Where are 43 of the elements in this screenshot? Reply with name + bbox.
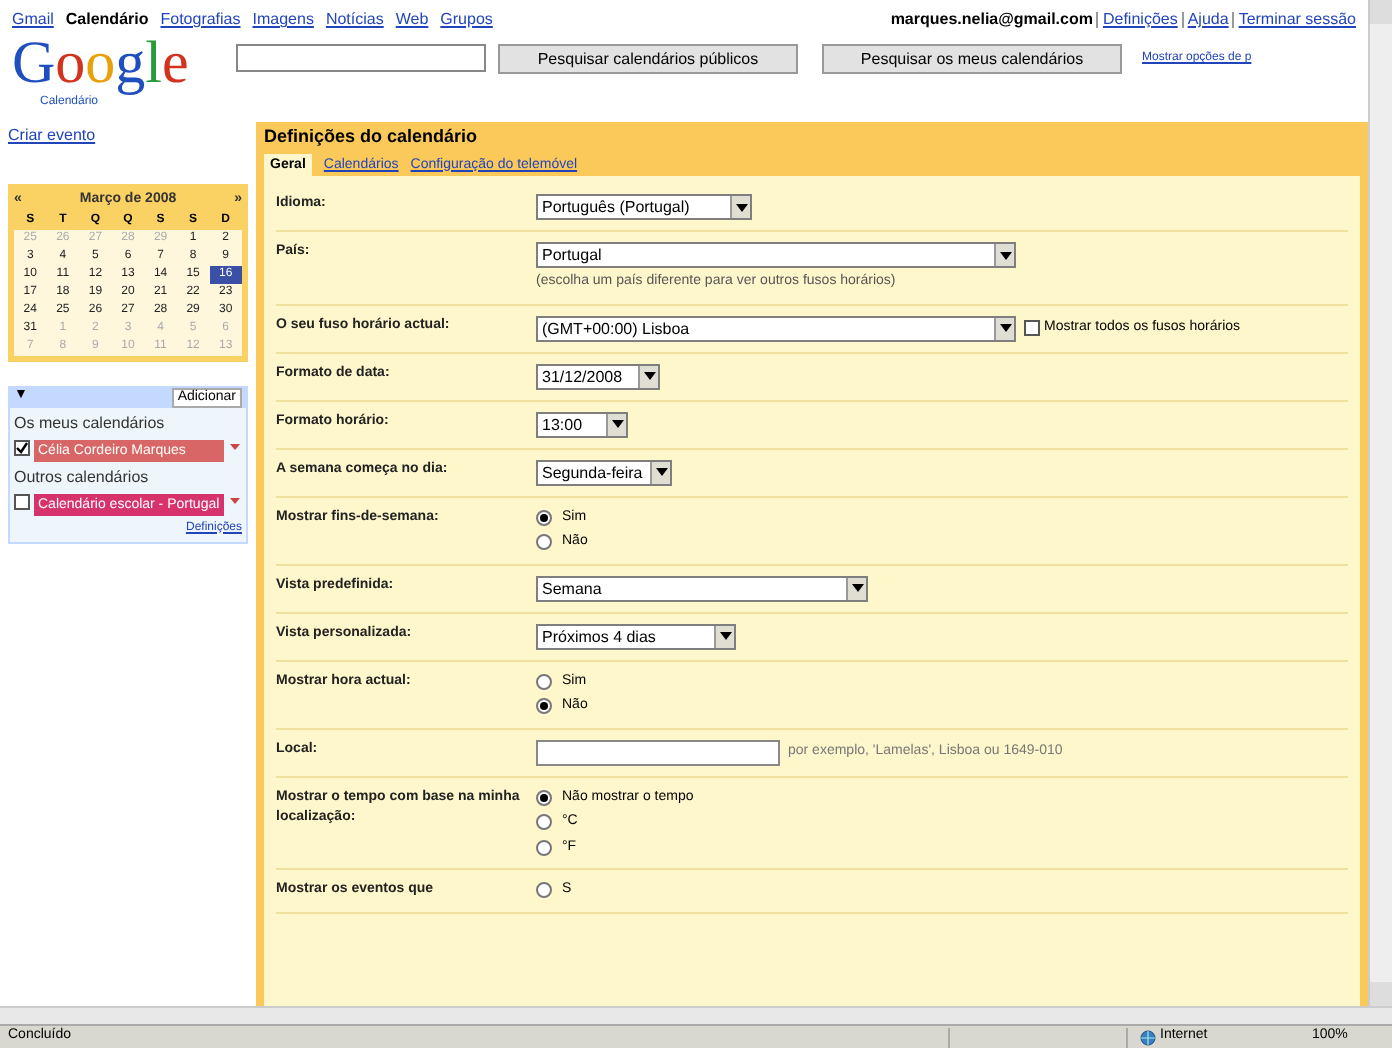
dropdown-arrow-icon[interactable] xyxy=(228,439,242,453)
search-field[interactable] xyxy=(236,44,486,72)
dropdown[interactable]: (GMT+00:00) Lisboa xyxy=(536,315,1016,341)
dropdown[interactable]: Segunda-feira xyxy=(536,459,672,485)
account-email: marques.nelia@gmail.com xyxy=(890,8,1093,32)
checkbox[interactable] xyxy=(14,439,30,455)
checkbox[interactable] xyxy=(14,493,30,509)
horizontal-scrollbar[interactable] xyxy=(0,1006,1392,1024)
header-link[interactable]: Ajuda xyxy=(1181,12,1229,28)
search-button[interactable]: Pesquisar os meus calendários xyxy=(822,44,1122,74)
nav-link[interactable]: Calendário xyxy=(65,8,149,32)
radio-button[interactable] xyxy=(536,509,552,526)
dropdown-arrow-icon[interactable] xyxy=(228,493,242,507)
radio-button[interactable] xyxy=(536,698,552,715)
radio-button[interactable] xyxy=(536,839,552,856)
search-button[interactable]: Pesquisar calendários públicos xyxy=(498,44,798,74)
nav-link[interactable]: Fotografias xyxy=(160,8,241,32)
settings-title: Definições do calendário xyxy=(264,124,480,150)
header-link[interactable]: Definições xyxy=(1096,12,1178,28)
nav-link[interactable]: Notícias xyxy=(325,8,384,32)
header-link[interactable]: Terminar sessão xyxy=(1232,12,1356,28)
dropdown[interactable]: Português (Portugal) xyxy=(536,194,752,220)
nav-link[interactable]: Web xyxy=(395,8,429,32)
radio-button[interactable] xyxy=(536,534,552,551)
dropdown[interactable]: 13:00 xyxy=(536,411,628,437)
vertical-scrollbar[interactable] xyxy=(1368,0,1392,1006)
create-event-link[interactable]: Criar evento xyxy=(8,124,248,148)
radio-button[interactable] xyxy=(536,673,552,690)
checkbox[interactable] xyxy=(1024,320,1040,336)
radio-button[interactable] xyxy=(536,789,552,806)
group-title: Outros calendários xyxy=(14,465,151,489)
dropdown[interactable]: Próximos 4 dias xyxy=(536,623,736,649)
location-field[interactable] xyxy=(536,739,780,765)
nav-link[interactable]: Imagens xyxy=(252,8,314,32)
radio-button[interactable] xyxy=(536,882,552,899)
group-title: Os meus calendários xyxy=(14,411,167,435)
nav-link[interactable]: Gmail xyxy=(12,8,54,32)
radio-button[interactable] xyxy=(536,814,552,831)
dropdown[interactable]: 31/12/2008 xyxy=(536,363,660,389)
globe-icon xyxy=(1140,1029,1156,1045)
nav-link[interactable]: Grupos xyxy=(440,8,493,32)
dropdown[interactable]: Semana xyxy=(536,575,868,601)
dropdown[interactable]: Portugal xyxy=(536,242,1016,268)
